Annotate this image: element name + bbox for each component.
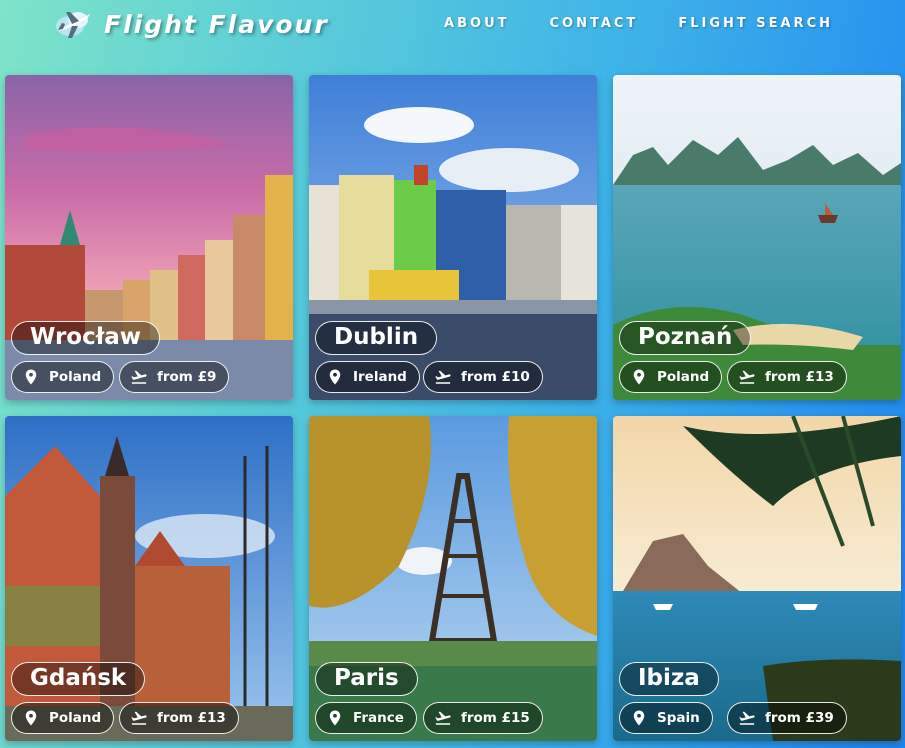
nav-flight-search[interactable]: FLIGHT SEARCH (678, 16, 833, 31)
location-pin-icon (630, 709, 648, 727)
destination-card-dublin[interactable]: Dublin Ireland from £10 (309, 75, 597, 400)
flight-takeoff-icon (738, 368, 756, 386)
brand-name: Flight Flavour (104, 9, 329, 39)
main-nav: ABOUT CONTACT FLIGHT SEARCH (444, 16, 833, 31)
city-name: Poznań (619, 321, 752, 355)
city-name: Paris (315, 662, 418, 696)
price-chip[interactable]: from £13 (727, 361, 847, 393)
price-label: from £13 (765, 369, 834, 385)
country-chip[interactable]: Poland (11, 702, 115, 734)
city-name: Gdańsk (11, 662, 146, 696)
country-chip[interactable]: Ireland (315, 361, 420, 393)
city-name: Dublin (315, 321, 438, 355)
price-chip[interactable]: from £15 (423, 702, 543, 734)
price-label: from £39 (765, 710, 834, 726)
country-chip[interactable]: Poland (619, 361, 723, 393)
location-pin-icon (326, 709, 344, 727)
country-chip[interactable]: Spain (619, 702, 713, 734)
price-label: from £13 (157, 710, 226, 726)
location-pin-icon (630, 368, 648, 386)
city-name: Wrocław (11, 321, 161, 355)
flight-takeoff-icon (130, 368, 148, 386)
destination-card-wroclaw[interactable]: Wrocław Poland from £9 (5, 75, 293, 400)
destination-card-ibiza[interactable]: Ibiza Spain from £39 (613, 416, 901, 741)
plane-icon (56, 12, 90, 38)
country-label: Poland (49, 710, 102, 726)
flight-takeoff-icon (434, 709, 452, 727)
price-label: from £15 (461, 710, 530, 726)
location-pin-icon (22, 368, 40, 386)
destination-card-gdansk[interactable]: Gdańsk Poland from £13 (5, 416, 293, 741)
country-label: Ireland (353, 369, 407, 385)
price-chip[interactable]: from £39 (727, 702, 847, 734)
nav-contact[interactable]: CONTACT (550, 16, 639, 31)
destination-grid: Wrocław Poland from £9 Dublin Ireland fr… (5, 75, 901, 741)
price-label: from £10 (461, 369, 530, 385)
price-chip[interactable]: from £10 (423, 361, 543, 393)
flight-takeoff-icon (434, 368, 452, 386)
country-label: Spain (657, 710, 700, 726)
country-label: France (353, 710, 404, 726)
location-pin-icon (22, 709, 40, 727)
price-label: from £9 (157, 369, 217, 385)
header: Flight Flavour ABOUT CONTACT FLIGHT SEAR… (0, 0, 905, 56)
price-chip[interactable]: from £9 (119, 361, 230, 393)
country-label: Poland (657, 369, 710, 385)
country-chip[interactable]: Poland (11, 361, 115, 393)
nav-about[interactable]: ABOUT (444, 16, 509, 31)
destination-card-poznan[interactable]: Poznań Poland from £13 (613, 75, 901, 400)
destination-card-paris[interactable]: Paris France from £15 (309, 416, 597, 741)
brand-logo[interactable]: Flight Flavour (54, 4, 329, 44)
country-chip[interactable]: France (315, 702, 417, 734)
location-pin-icon (326, 368, 344, 386)
price-chip[interactable]: from £13 (119, 702, 239, 734)
city-name: Ibiza (619, 662, 719, 696)
flight-takeoff-icon (130, 709, 148, 727)
flight-takeoff-icon (738, 709, 756, 727)
country-label: Poland (49, 369, 102, 385)
